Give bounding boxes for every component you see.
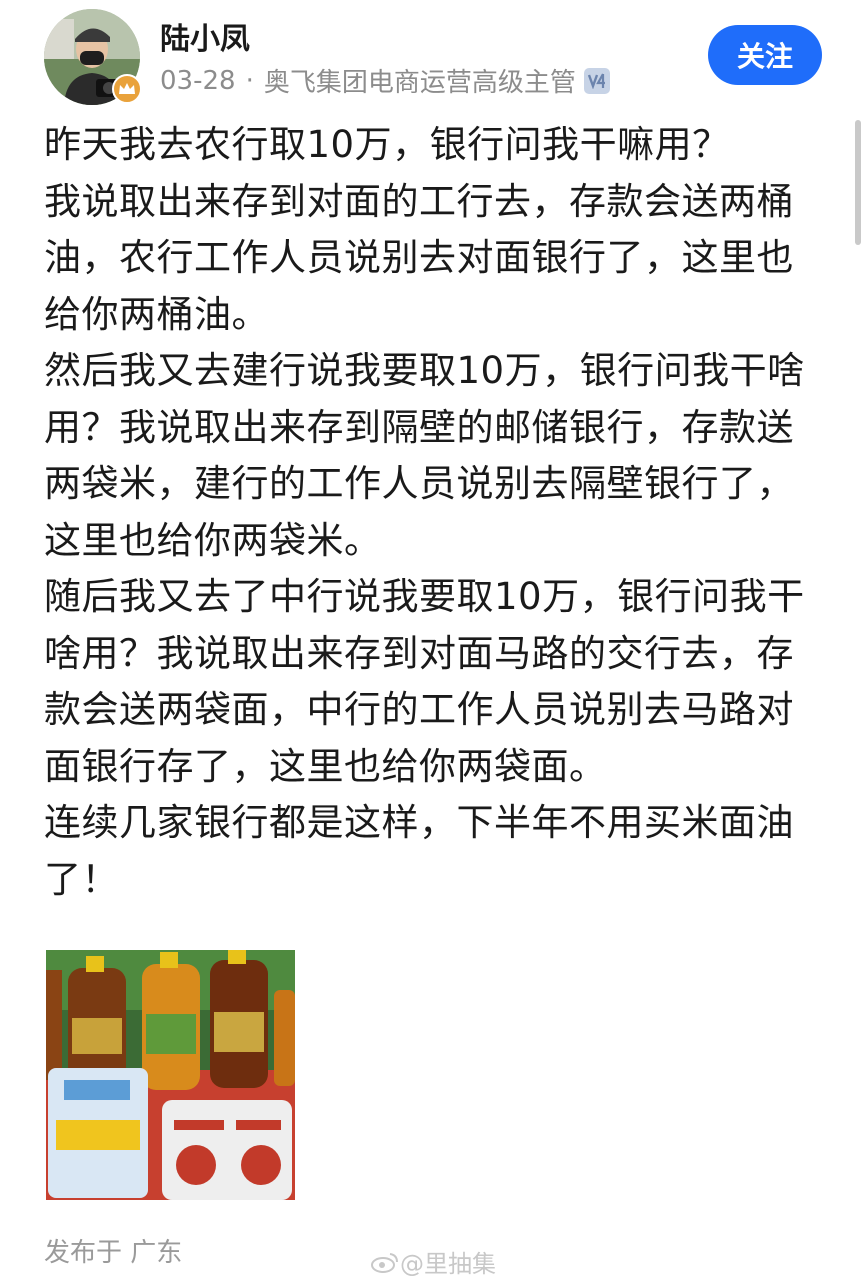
scrollbar[interactable]: [855, 120, 861, 245]
watermark: @里抽集: [370, 1244, 496, 1279]
post-meta: 03-28 · 奥飞集团电商运营高级主管: [160, 62, 610, 99]
post-location: 发布于 广东: [44, 1238, 183, 1268]
post-paragraph: 昨天我去农行取10万，银行问我干嘛用？: [44, 123, 730, 166]
author-title: 奥飞集团电商运营高级主管: [263, 68, 576, 98]
post-paragraph: 连续几家银行都是这样，下半年不用买米面油了！: [44, 801, 794, 901]
follow-button[interactable]: 关注: [708, 25, 822, 85]
post-date: 03-28: [160, 65, 236, 96]
post-paragraph: 随后我又去了中行说我要取10万，银行问我干啥用？我说取出来存到对面马路的交行去，…: [44, 575, 805, 788]
author-name[interactable]: 陆小凤: [160, 14, 250, 58]
post-content: 昨天我去农行取10万，银行问我干嘛用？ 我说取出来存到对面的工行去，存款会送两桶…: [44, 117, 824, 908]
weibo-icon: [371, 1252, 398, 1273]
meta-separator: ·: [245, 65, 254, 96]
watermark-text: @里抽集: [400, 1250, 496, 1278]
post-paragraph: 然后我又去建行说我要取10万，银行问我干啥用？我说取出来存到隔壁的邮储银行，存款…: [44, 349, 805, 562]
crown-icon: [112, 74, 142, 104]
post-paragraph: 我说取出来存到对面的工行去，存款会送两桶油，农行工作人员说别去对面银行了，这里也…: [44, 179, 794, 336]
v4-badge-icon: [583, 67, 610, 94]
oil-rice-photo: [46, 950, 295, 1200]
post-photo[interactable]: [46, 950, 295, 1200]
